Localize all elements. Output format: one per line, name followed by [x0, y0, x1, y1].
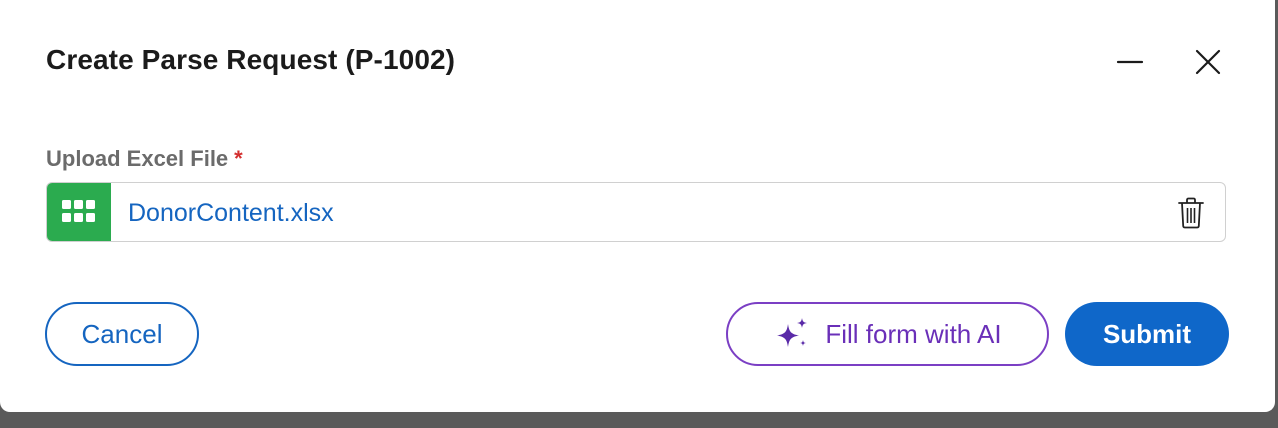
trash-icon	[1178, 197, 1204, 229]
close-button[interactable]	[1186, 40, 1230, 84]
cancel-button[interactable]: Cancel	[45, 302, 199, 366]
submit-button[interactable]: Submit	[1065, 302, 1229, 366]
submit-button-label: Submit	[1102, 318, 1192, 349]
fill-form-with-ai-button[interactable]: Fill form with AI	[726, 302, 1049, 366]
minimize-icon	[1116, 60, 1144, 64]
minimize-button[interactable]	[1108, 40, 1152, 84]
upload-label: Upload Excel File *	[46, 146, 243, 172]
file-upload-field[interactable]: DonorContent.xlsx	[46, 182, 1226, 242]
sparkle-icon	[777, 318, 808, 347]
close-icon	[1195, 49, 1221, 75]
excel-grid-icon	[47, 183, 111, 241]
ai-button-label: Fill form with AI	[825, 318, 1002, 349]
dialog-title: Create Parse Request (P-1002)	[46, 44, 456, 75]
upload-label-text: Upload Excel File	[46, 146, 229, 171]
required-marker: *	[234, 146, 243, 171]
delete-file-button[interactable]	[1175, 195, 1207, 231]
file-name-link[interactable]: DonorContent.xlsx	[128, 199, 334, 228]
cancel-button-label: Cancel	[81, 318, 163, 349]
parse-request-dialog: Create Parse Request (P-1002) Upload Exc…	[0, 0, 1275, 412]
